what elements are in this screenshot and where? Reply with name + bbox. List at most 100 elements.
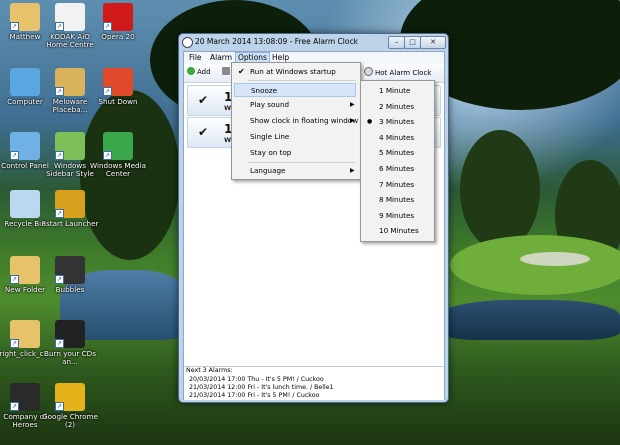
snooze-option-label: 7 Minutes — [379, 179, 415, 189]
user-folder-icon: ↗ — [10, 3, 40, 31]
snooze-option[interactable]: 2 Minutes — [363, 100, 430, 114]
desktop-icon[interactable]: ↗ Google Chrome (2) — [40, 383, 100, 429]
burn-cd-icon: ↗ — [55, 320, 85, 348]
check-icon[interactable]: ✔ — [198, 125, 208, 139]
close-button[interactable]: ✕ — [420, 36, 446, 49]
shortcut-arrow-icon: ↗ — [10, 151, 19, 160]
menu-item-floating-clock[interactable]: Show clock in floating window ▶ — [234, 114, 359, 128]
shortcut-arrow-icon: ↗ — [55, 151, 64, 160]
opera-icon: ↗ — [103, 3, 133, 31]
submenu-arrow-icon: ▶ — [350, 167, 355, 174]
menu-item-language[interactable]: Language ▶ — [234, 164, 356, 178]
snooze-option[interactable]: 4 Minutes — [363, 131, 430, 145]
meloware-icon: ↗ — [55, 68, 85, 96]
shortcut-arrow-icon: ↗ — [55, 402, 64, 411]
folder-icon: ↗ — [10, 256, 40, 284]
shortcut-arrow-icon: ↗ — [55, 339, 64, 348]
check-icon[interactable]: ✔ — [198, 93, 208, 107]
shortcut-arrow-icon: ↗ — [103, 22, 112, 31]
desktop-icon-label: Burn your CDs an... — [44, 349, 96, 366]
snooze-option[interactable]: 6 Minutes — [363, 162, 430, 176]
menu-separator — [248, 162, 356, 163]
clock-icon — [364, 67, 373, 76]
options-dropdown-menu: ✔ Run at Windows startup Snooze Play soun… — [231, 62, 361, 180]
snooze-option[interactable]: 9 Minutes — [363, 209, 430, 223]
launcher-icon: ↗ — [55, 190, 85, 218]
snooze-option[interactable]: 8 Minutes — [363, 193, 430, 207]
minimize-button[interactable]: – — [388, 36, 405, 49]
snooze-option[interactable]: 7 Minutes — [363, 178, 430, 192]
menu-item-label: Snooze — [251, 86, 278, 95]
desktop-icon-label: Windows Media Center — [90, 161, 146, 178]
radio-selected-icon: ● — [367, 118, 373, 126]
menu-item-single-line[interactable]: Single Line — [234, 130, 356, 144]
desktop-icon[interactable]: ↗ Windows Media Center — [88, 132, 148, 178]
hot-alarm-label: Hot Alarm Clock — [375, 69, 432, 77]
desktop-icon[interactable]: ↗ Burn your CDs an... — [40, 320, 100, 366]
snooze-option-label: 4 Minutes — [379, 132, 415, 142]
snooze-option-label: 5 Minutes — [379, 148, 415, 158]
sidebar-icon: ↗ — [55, 132, 85, 160]
desktop-icon-label: Shut Down — [98, 97, 138, 106]
sand-bunker — [520, 252, 590, 266]
desktop-icon-label: Opera 20 — [101, 32, 135, 41]
control-panel-icon: ↗ — [10, 132, 40, 160]
snooze-option-label: 9 Minutes — [379, 210, 415, 220]
media-center-icon: ↗ — [103, 132, 133, 160]
shortcut-arrow-icon: ↗ — [10, 402, 19, 411]
lake — [440, 300, 620, 340]
add-label: Add — [197, 68, 211, 76]
snooze-submenu: 1 Minute 2 Minutes ● 3 Minutes 4 Minutes 5 Mi… — [360, 80, 435, 242]
add-icon — [187, 67, 195, 75]
desktop-icon-label: 8start Launcher — [41, 219, 99, 228]
desktop-icon[interactable]: ↗ Bubbles — [40, 256, 100, 294]
kodak-icon: ↗ — [55, 3, 85, 31]
snooze-option[interactable]: ● 3 Minutes — [363, 115, 430, 129]
menu-item-play-sound[interactable]: Play sound ▶ — [234, 98, 356, 112]
next-alarm-line: 20/03/2014 17:00 Thu - It's 5 PM! / Cuck… — [189, 376, 324, 383]
desktop-icon[interactable]: ↗ 8start Launcher — [40, 190, 100, 228]
submenu-arrow-icon: ▶ — [350, 101, 355, 108]
menu-item-label: Show clock in floating window — [250, 116, 359, 125]
chrome-icon: ↗ — [55, 383, 85, 411]
snooze-option-label: 3 Minutes — [379, 117, 415, 127]
menu-item-label: Language — [250, 166, 286, 175]
snooze-option[interactable]: 5 Minutes — [363, 146, 430, 160]
shortcut-arrow-icon: ↗ — [55, 209, 64, 218]
tree-silhouette — [460, 130, 540, 250]
next-alarms-panel: Next 3 Alarms: 20/03/2014 17:00 Thu - It… — [184, 366, 444, 400]
folder-icon: ↗ — [10, 320, 40, 348]
snooze-option-label: 10 Minutes — [379, 226, 419, 236]
hot-alarm-clock-button[interactable]: Hot Alarm Clock — [364, 67, 431, 79]
menu-file[interactable]: File — [187, 53, 204, 63]
next-alarm-line: 21/03/2014 12:00 Fri - It's lunch time. … — [189, 384, 334, 391]
menu-item-label: Single Line — [250, 132, 290, 141]
next-alarms-header: Next 3 Alarms: — [186, 367, 233, 374]
add-button[interactable]: Add — [187, 67, 211, 78]
shortcut-arrow-icon: ↗ — [103, 151, 112, 160]
snooze-option[interactable]: 10 Minutes — [363, 224, 430, 238]
edit-icon — [222, 67, 230, 75]
power-icon: ↗ — [103, 68, 133, 96]
snooze-option-label: 6 Minutes — [379, 164, 415, 173]
menu-item-stay-on-top[interactable]: Stay on top — [234, 146, 356, 160]
snooze-option[interactable]: 1 Minute — [363, 84, 430, 98]
desktop-icon[interactable]: ↗ Shut Down — [88, 68, 148, 106]
game-icon: ↗ — [10, 383, 40, 411]
bubbles-icon: ↗ — [55, 256, 85, 284]
shortcut-arrow-icon: ↗ — [10, 22, 19, 31]
menu-item-run-at-startup[interactable]: ✔ Run at Windows startup — [234, 65, 356, 79]
menu-item-label: Stay on top — [250, 148, 292, 157]
maximize-button[interactable]: □ — [404, 36, 421, 49]
menu-separator — [248, 80, 356, 81]
desktop-icon-label: Bubbles — [55, 285, 85, 294]
desktop-icon[interactable]: ↗ Opera 20 — [88, 3, 148, 41]
menu-item-snooze[interactable]: Snooze — [234, 83, 356, 97]
shortcut-arrow-icon: ↗ — [10, 275, 19, 284]
check-icon: ✔ — [238, 67, 245, 76]
golf-green — [450, 235, 620, 295]
title-bar[interactable]: 20 March 2014 13:08:09 - Free Alarm Cloc… — [179, 34, 448, 50]
submenu-arrow-icon: ▶ — [350, 117, 355, 124]
computer-icon — [10, 68, 40, 96]
shortcut-arrow-icon: ↗ — [55, 22, 64, 31]
